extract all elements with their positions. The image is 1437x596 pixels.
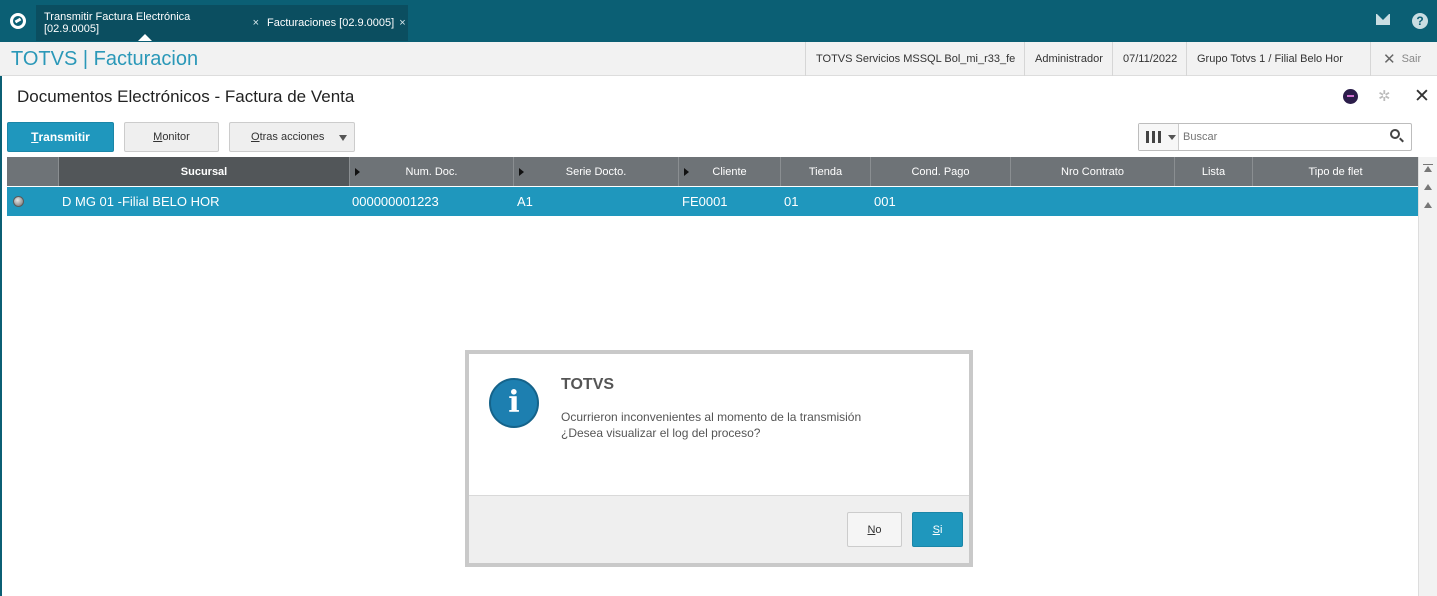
top-tab-bar: Transmitir Factura Electrónica [02.9.000…	[0, 0, 1437, 42]
search-box	[1138, 123, 1412, 151]
column-header-tipo-flet[interactable]: Tipo de flet	[1253, 157, 1418, 186]
scroll-top-icon[interactable]	[1424, 166, 1432, 172]
column-header-cond-pago[interactable]: Cond. Pago	[871, 157, 1011, 186]
page-title: Documentos Electrónicos - Factura de Ven…	[17, 87, 355, 106]
cell-cliente: FE0001	[682, 194, 728, 209]
help-icon[interactable]: ?	[1412, 13, 1428, 29]
other-actions-mnemonic: O	[251, 131, 260, 143]
sort-icon	[684, 168, 689, 176]
column-header-tienda[interactable]: Tienda	[781, 157, 871, 186]
sort-icon	[355, 168, 360, 176]
yes-label: i	[939, 523, 943, 536]
transmit-label: ransmitir	[38, 130, 90, 144]
app-title: TOTVS | Facturacion	[11, 48, 199, 70]
gear-icon[interactable]: ✲	[1378, 87, 1391, 105]
monitor-button[interactable]: Monitor	[124, 122, 219, 152]
columns-toggle[interactable]	[1139, 124, 1179, 150]
column-header-serie[interactable]: Serie Docto.	[514, 157, 679, 186]
date-label: 07/11/2022	[1112, 42, 1186, 76]
dialog-footer: No Si	[469, 495, 969, 563]
columns-icon	[1152, 131, 1155, 143]
sort-icon	[519, 168, 524, 176]
other-actions-button[interactable]: Otras acciones	[229, 122, 355, 152]
tab-label: Facturaciones [02.9.0005]	[267, 17, 395, 29]
grid-status-header	[7, 157, 59, 186]
monitor-label: onitor	[162, 131, 190, 143]
dialog-body: i TOTVS Ocurrieron inconvenientes al mom…	[469, 354, 969, 563]
column-header-sucursal[interactable]: Sucursal	[59, 157, 350, 186]
transmit-button[interactable]: Transmitir	[7, 122, 114, 152]
confirm-dialog: i TOTVS Ocurrieron inconvenientes al mom…	[465, 350, 973, 567]
cell-serie: A1	[517, 194, 533, 209]
dialog-title: TOTVS	[561, 376, 615, 393]
grid-header: Sucursal Num. Doc. Serie Docto. Cliente …	[7, 157, 1418, 186]
tab-transmitir-factura[interactable]: Transmitir Factura Electrónica [02.9.000…	[36, 5, 259, 41]
totvs-logo-icon[interactable]	[0, 4, 36, 38]
dialog-message-line1: Ocurrieron inconvenientes al momento de …	[561, 410, 862, 424]
scroll-top-bar	[1423, 164, 1433, 165]
close-icon: ✕	[1383, 51, 1396, 68]
chevron-down-icon	[1168, 135, 1176, 140]
other-actions-label: tras acciones	[259, 131, 325, 143]
mail-icon[interactable]	[1376, 14, 1390, 25]
tab-close-icon[interactable]: ×	[399, 17, 405, 29]
yes-mnemonic: S	[932, 523, 940, 536]
minimize-icon[interactable]	[1343, 89, 1358, 104]
user-label: Administrador	[1024, 42, 1112, 76]
branch-label: Grupo Totvs 1 / Filial Belo Hor	[1186, 42, 1370, 76]
cell-tienda: 01	[784, 194, 799, 209]
search-input[interactable]	[1183, 128, 1383, 146]
columns-icon	[1146, 131, 1149, 143]
info-icon: i	[489, 378, 539, 428]
cell-sucursal: D MG 01 -Filial BELO HOR	[62, 194, 220, 209]
search-icon[interactable]	[1390, 129, 1400, 139]
column-header-lista[interactable]: Lista	[1175, 157, 1253, 186]
tab-label: Transmitir Factura Electrónica [02.9.000…	[44, 11, 191, 35]
app-window: Transmitir Factura Electrónica [02.9.000…	[0, 0, 1437, 596]
no-label: o	[875, 523, 882, 536]
chevron-down-icon	[339, 135, 347, 141]
columns-icon	[1158, 131, 1161, 143]
column-header-nro-contrato[interactable]: Nro Contrato	[1011, 157, 1175, 186]
cell-num-doc: 000000001223	[352, 194, 439, 209]
grid-scrollbar[interactable]	[1418, 157, 1437, 596]
close-icon[interactable]: ✕	[1414, 85, 1430, 108]
tab-facturaciones[interactable]: Facturaciones [02.9.0005] ×	[259, 5, 408, 41]
column-header-num-doc[interactable]: Num. Doc.	[350, 157, 514, 186]
exit-label: Sair	[1401, 53, 1422, 65]
yes-button[interactable]: Si	[912, 512, 963, 547]
monitor-mnemonic: M	[153, 131, 163, 143]
table-row[interactable]: D MG 01 -Filial BELO HOR 000000001223 A1…	[7, 186, 1418, 216]
no-mnemonic: N	[867, 523, 876, 536]
transmit-mnemonic: T	[31, 130, 39, 144]
column-header-cliente[interactable]: Cliente	[679, 157, 781, 186]
status-dot-icon	[13, 196, 24, 207]
no-button[interactable]: No	[847, 512, 902, 547]
scroll-up-icon[interactable]	[1424, 202, 1432, 208]
scroll-up-icon[interactable]	[1424, 184, 1432, 190]
exit-button[interactable]: ✕ Sair	[1370, 42, 1437, 76]
app-header: TOTVS | Facturacion TOTVS Servicios MSSQ…	[0, 42, 1437, 76]
environment-label: TOTVS Servicios MSSQL Bol_mi_r33_fe	[805, 42, 1024, 76]
dialog-message-line2: ¿Desea visualizar el log del proceso?	[561, 426, 761, 440]
cell-cond-pago: 001	[874, 194, 896, 209]
left-edge-bar	[0, 42, 2, 596]
